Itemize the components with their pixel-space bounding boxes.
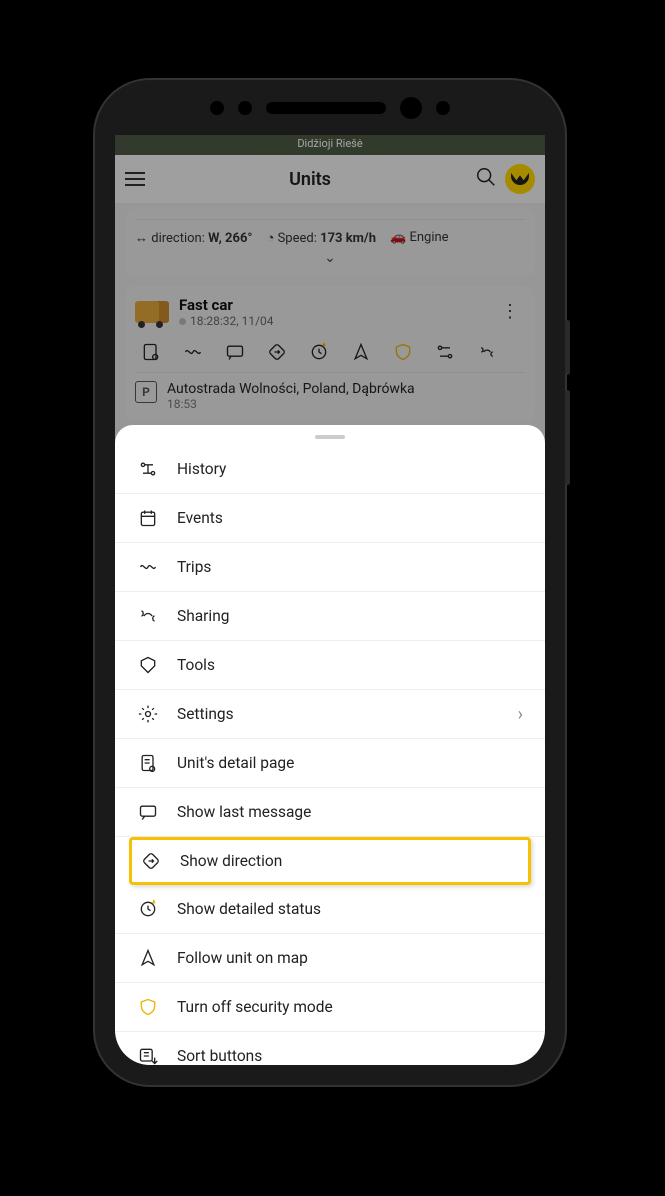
summary-card: ↔ direction: W, 266° ◔ Speed: 173 km/h 🚗… [125, 209, 535, 276]
menu-item-detail[interactable]: Unit's detail page [115, 739, 545, 788]
location-text: Autostrada Wolności, Poland, Dąbrówka [167, 381, 415, 397]
speed-chip: ◔ Speed: 173 km/h [267, 230, 377, 246]
more-icon[interactable]: ⋮ [495, 303, 525, 321]
phone-notch [95, 80, 565, 135]
menu-item-history[interactable]: History [115, 445, 545, 494]
chevron-down-icon[interactable]: ⌄ [135, 250, 525, 266]
follow-icon [137, 947, 159, 969]
chevron-right-icon: › [518, 704, 523, 725]
bottom-sheet: History Events Trips Sharing Tools Settings › U… [115, 425, 545, 1065]
screen: Didžioji Riešė Units ↔ direction: W, 266… [115, 135, 545, 1065]
menu-icon[interactable] [125, 168, 145, 190]
side-button [565, 320, 570, 375]
truck-icon [135, 301, 169, 323]
menu-item-label: Sort buttons [177, 1047, 523, 1065]
direction-icon[interactable] [267, 342, 287, 362]
history-icon [137, 458, 159, 480]
direction-chip: ↔ direction: W, 266° [135, 230, 253, 246]
menu-list: History Events Trips Sharing Tools Settings › U… [115, 445, 545, 1065]
menu-item-message[interactable]: Show last message [115, 788, 545, 837]
menu-item-label: History [177, 460, 523, 478]
sharing-icon [137, 605, 159, 627]
content-area: ↔ direction: W, 266° ◔ Speed: 173 km/h 🚗… [115, 203, 545, 437]
location-time: 18:53 [167, 397, 415, 411]
side-button [565, 390, 570, 485]
menu-item-events[interactable]: Events [115, 494, 545, 543]
unit-icon-row [135, 328, 525, 372]
follow-icon[interactable] [351, 342, 371, 362]
detail-icon[interactable] [141, 342, 161, 362]
menu-item-settings[interactable]: Settings › [115, 690, 545, 739]
menu-item-label: Sharing [177, 607, 523, 625]
menu-item-status[interactable]: Show detailed status [115, 885, 545, 934]
detail-icon [137, 752, 159, 774]
status-icon [137, 898, 159, 920]
trips-icon[interactable] [183, 342, 203, 362]
menu-item-direction[interactable]: Show direction [129, 837, 531, 885]
menu-item-label: Turn off security mode [177, 998, 523, 1016]
page-title: Units [153, 169, 467, 190]
unit-name: Fast car [179, 296, 274, 314]
avatar[interactable] [505, 164, 535, 194]
security-icon [137, 996, 159, 1018]
menu-item-label: Events [177, 509, 523, 527]
search-icon[interactable] [475, 166, 497, 192]
trips-icon [137, 556, 159, 578]
menu-item-label: Follow unit on map [177, 949, 523, 967]
menu-item-label: Show detailed status [177, 900, 523, 918]
unit-timestamp: 18:28:32, 11/04 [179, 314, 274, 328]
tools-icon [137, 654, 159, 676]
direction-icon [140, 850, 162, 872]
menu-item-tools[interactable]: Tools [115, 641, 545, 690]
engine-chip: 🚗 Engine [390, 230, 449, 246]
settings-icon [137, 703, 159, 725]
menu-item-label: Show direction [180, 852, 520, 870]
shield-icon[interactable] [393, 342, 413, 362]
sort-icon[interactable] [435, 342, 455, 362]
menu-item-label: Unit's detail page [177, 754, 523, 772]
menu-item-label: Show last message [177, 803, 523, 821]
events-icon [137, 507, 159, 529]
menu-item-label: Trips [177, 558, 523, 576]
menu-item-label: Tools [177, 656, 523, 674]
menu-item-sharing[interactable]: Sharing [115, 592, 545, 641]
unit-card[interactable]: Fast car 18:28:32, 11/04 ⋮ [125, 286, 535, 421]
parking-icon: P [135, 381, 157, 403]
menu-item-sort[interactable]: Sort buttons [115, 1032, 545, 1065]
menu-item-security[interactable]: Turn off security mode [115, 983, 545, 1032]
sort-icon [137, 1045, 159, 1065]
sharing-icon[interactable] [477, 342, 497, 362]
message-icon [137, 801, 159, 823]
map-peek: Didžioji Riešė [115, 135, 545, 155]
menu-item-follow[interactable]: Follow unit on map [115, 934, 545, 983]
location-row: P Autostrada Wolności, Poland, Dąbrówka … [135, 372, 525, 411]
message-icon[interactable] [225, 342, 245, 362]
topbar: Units [115, 155, 545, 203]
drag-handle[interactable] [315, 435, 345, 439]
menu-item-label: Settings [177, 705, 500, 723]
menu-item-trips[interactable]: Trips [115, 543, 545, 592]
status-icon[interactable] [309, 342, 329, 362]
phone-frame: Didžioji Riešė Units ↔ direction: W, 266… [95, 80, 565, 1085]
